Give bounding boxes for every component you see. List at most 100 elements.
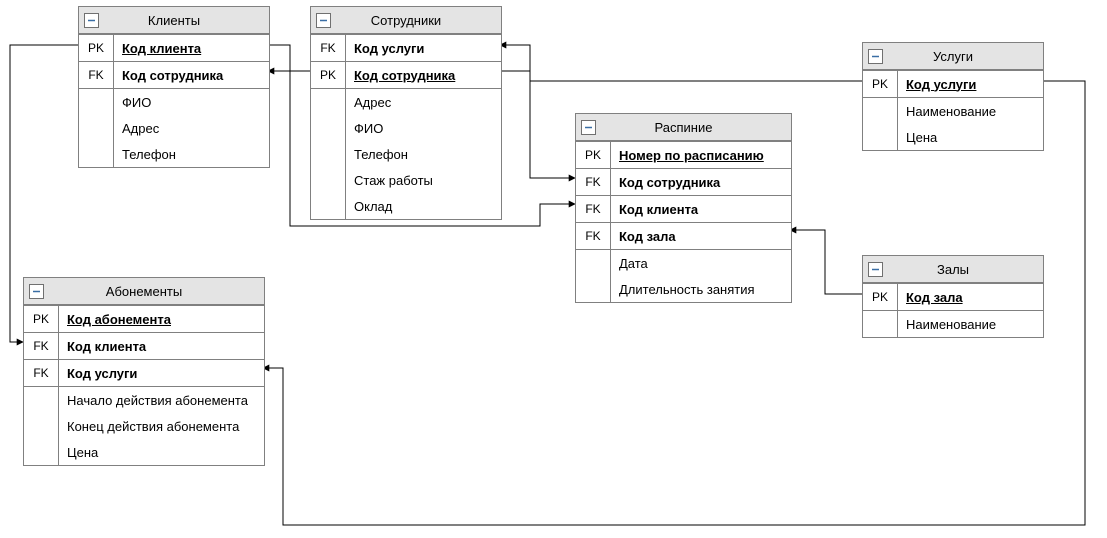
key-indicator: PK xyxy=(863,71,898,97)
collapse-icon[interactable] xyxy=(84,13,99,28)
field-row[interactable]: PKКод зала xyxy=(863,283,1043,310)
field-label: Наименование xyxy=(898,313,1043,336)
entity-title: Абонементы xyxy=(24,284,264,299)
field-label: Код клиента xyxy=(59,335,264,358)
field-label: Код зала xyxy=(611,225,791,248)
entity-halls[interactable]: Залы PKКод зала Наименование xyxy=(862,255,1044,338)
entity-schedule[interactable]: РаспиниеPKНомер по расписаниюFKКод сотру… xyxy=(575,113,792,303)
entity-header[interactable]: Залы xyxy=(863,256,1043,283)
field-label: Оклад xyxy=(346,195,501,218)
key-indicator xyxy=(311,89,346,115)
key-indicator xyxy=(576,250,611,276)
field-row[interactable]: FKКод зала xyxy=(576,222,791,249)
entity-services[interactable]: Услуги PKКод услуги Наименование Цена xyxy=(862,42,1044,151)
field-label: ФИО xyxy=(346,117,501,140)
field-row[interactable]: Цена xyxy=(863,124,1043,150)
field-label: ФИО xyxy=(114,91,269,114)
field-row[interactable]: FKКод услуги xyxy=(311,34,501,61)
field-label: Наименование xyxy=(898,100,1043,123)
key-indicator xyxy=(863,124,898,150)
field-row[interactable]: Начало действия абонемента xyxy=(24,386,264,413)
collapse-icon[interactable] xyxy=(868,49,883,64)
field-row[interactable]: Адрес xyxy=(79,115,269,141)
field-row[interactable]: ФИО xyxy=(311,115,501,141)
field-row[interactable]: Телефон xyxy=(79,141,269,167)
field-label: Номер по расписанию xyxy=(611,144,791,167)
field-label: Код услуги xyxy=(59,362,264,385)
field-row[interactable]: Стаж работы xyxy=(311,167,501,193)
field-label: Адрес xyxy=(346,91,501,114)
field-row[interactable]: FKКод сотрудника xyxy=(576,168,791,195)
collapse-icon[interactable] xyxy=(29,284,44,299)
field-label: Код абонемента xyxy=(59,308,264,331)
key-indicator xyxy=(863,311,898,337)
key-indicator xyxy=(79,141,114,167)
key-indicator xyxy=(24,387,59,413)
key-indicator: PK xyxy=(24,306,59,332)
key-indicator xyxy=(311,193,346,219)
key-indicator: FK xyxy=(24,360,59,386)
field-row[interactable]: FKКод клиента xyxy=(576,195,791,222)
key-indicator xyxy=(311,115,346,141)
collapse-icon[interactable] xyxy=(868,262,883,277)
entity-title: Клиенты xyxy=(79,13,269,28)
entity-title: Услуги xyxy=(863,49,1043,64)
field-row[interactable]: Наименование xyxy=(863,310,1043,337)
field-row[interactable]: Длительность занятия xyxy=(576,276,791,302)
field-row[interactable]: PKКод услуги xyxy=(863,70,1043,97)
key-indicator: FK xyxy=(24,333,59,359)
entity-subscriptions[interactable]: АбонементыPKКод абонементаFKКод клиентаF… xyxy=(23,277,265,466)
field-row[interactable]: Телефон xyxy=(311,141,501,167)
key-indicator xyxy=(24,439,59,465)
field-row[interactable]: FKКод клиента xyxy=(24,332,264,359)
key-indicator: FK xyxy=(576,196,611,222)
entity-header[interactable]: Сотрудники xyxy=(311,7,501,34)
key-indicator xyxy=(576,276,611,302)
edge-halls-to-schedule xyxy=(790,230,862,294)
er-diagram-canvas: КлиентыPKКод клиентаFKКод сотрудникаФИОА… xyxy=(0,0,1107,538)
field-row[interactable]: Конец действия абонемента xyxy=(24,413,264,439)
field-row[interactable]: FKКод услуги xyxy=(24,359,264,386)
field-row[interactable]: Цена xyxy=(24,439,264,465)
field-label: Стаж работы xyxy=(346,169,501,192)
collapse-icon[interactable] xyxy=(316,13,331,28)
entity-header[interactable]: Абонементы xyxy=(24,278,264,305)
edge-services-to-emp xyxy=(500,45,862,81)
field-row[interactable]: Дата xyxy=(576,249,791,276)
entity-header[interactable]: Распиние xyxy=(576,114,791,141)
field-label: Адрес xyxy=(114,117,269,140)
key-indicator xyxy=(311,167,346,193)
field-row[interactable]: Адрес xyxy=(311,88,501,115)
field-label: Код сотрудника xyxy=(611,171,791,194)
key-indicator: FK xyxy=(311,35,346,61)
field-row[interactable]: PKКод абонемента xyxy=(24,305,264,332)
key-indicator: PK xyxy=(79,35,114,61)
entity-header[interactable]: Услуги xyxy=(863,43,1043,70)
field-label: Телефон xyxy=(114,143,269,166)
field-label: Начало действия абонемента xyxy=(59,389,264,412)
collapse-icon[interactable] xyxy=(581,120,596,135)
field-label: Код сотрудника xyxy=(346,64,501,87)
field-row[interactable]: FKКод сотрудника xyxy=(79,61,269,88)
entity-header[interactable]: Клиенты xyxy=(79,7,269,34)
key-indicator xyxy=(79,89,114,115)
field-row[interactable]: ФИО xyxy=(79,88,269,115)
key-indicator: FK xyxy=(576,223,611,249)
entity-title: Залы xyxy=(863,262,1043,277)
entity-clients[interactable]: Клиенты PKКод клиентаFKКод сотрудника ФИО А… xyxy=(78,6,270,168)
key-indicator xyxy=(24,413,59,439)
key-indicator: PK xyxy=(311,62,346,88)
field-row[interactable]: PKКод сотрудника xyxy=(311,61,501,88)
field-row[interactable]: Наименование xyxy=(863,97,1043,124)
field-label: Конец действия абонемента xyxy=(59,415,264,438)
field-label: Код услуги xyxy=(346,37,501,60)
field-label: Дата xyxy=(611,252,791,275)
field-row[interactable]: PKКод клиента xyxy=(79,34,269,61)
field-row[interactable]: Оклад xyxy=(311,193,501,219)
field-label: Цена xyxy=(898,126,1043,149)
field-label: Код сотрудника xyxy=(114,64,269,87)
field-row[interactable]: PKНомер по расписанию xyxy=(576,141,791,168)
field-label: Код услуги xyxy=(898,73,1043,96)
entity-employees[interactable]: СотрудникиFKКод услугиPKКод сотрудника Ад… xyxy=(310,6,502,220)
key-indicator: PK xyxy=(863,284,898,310)
